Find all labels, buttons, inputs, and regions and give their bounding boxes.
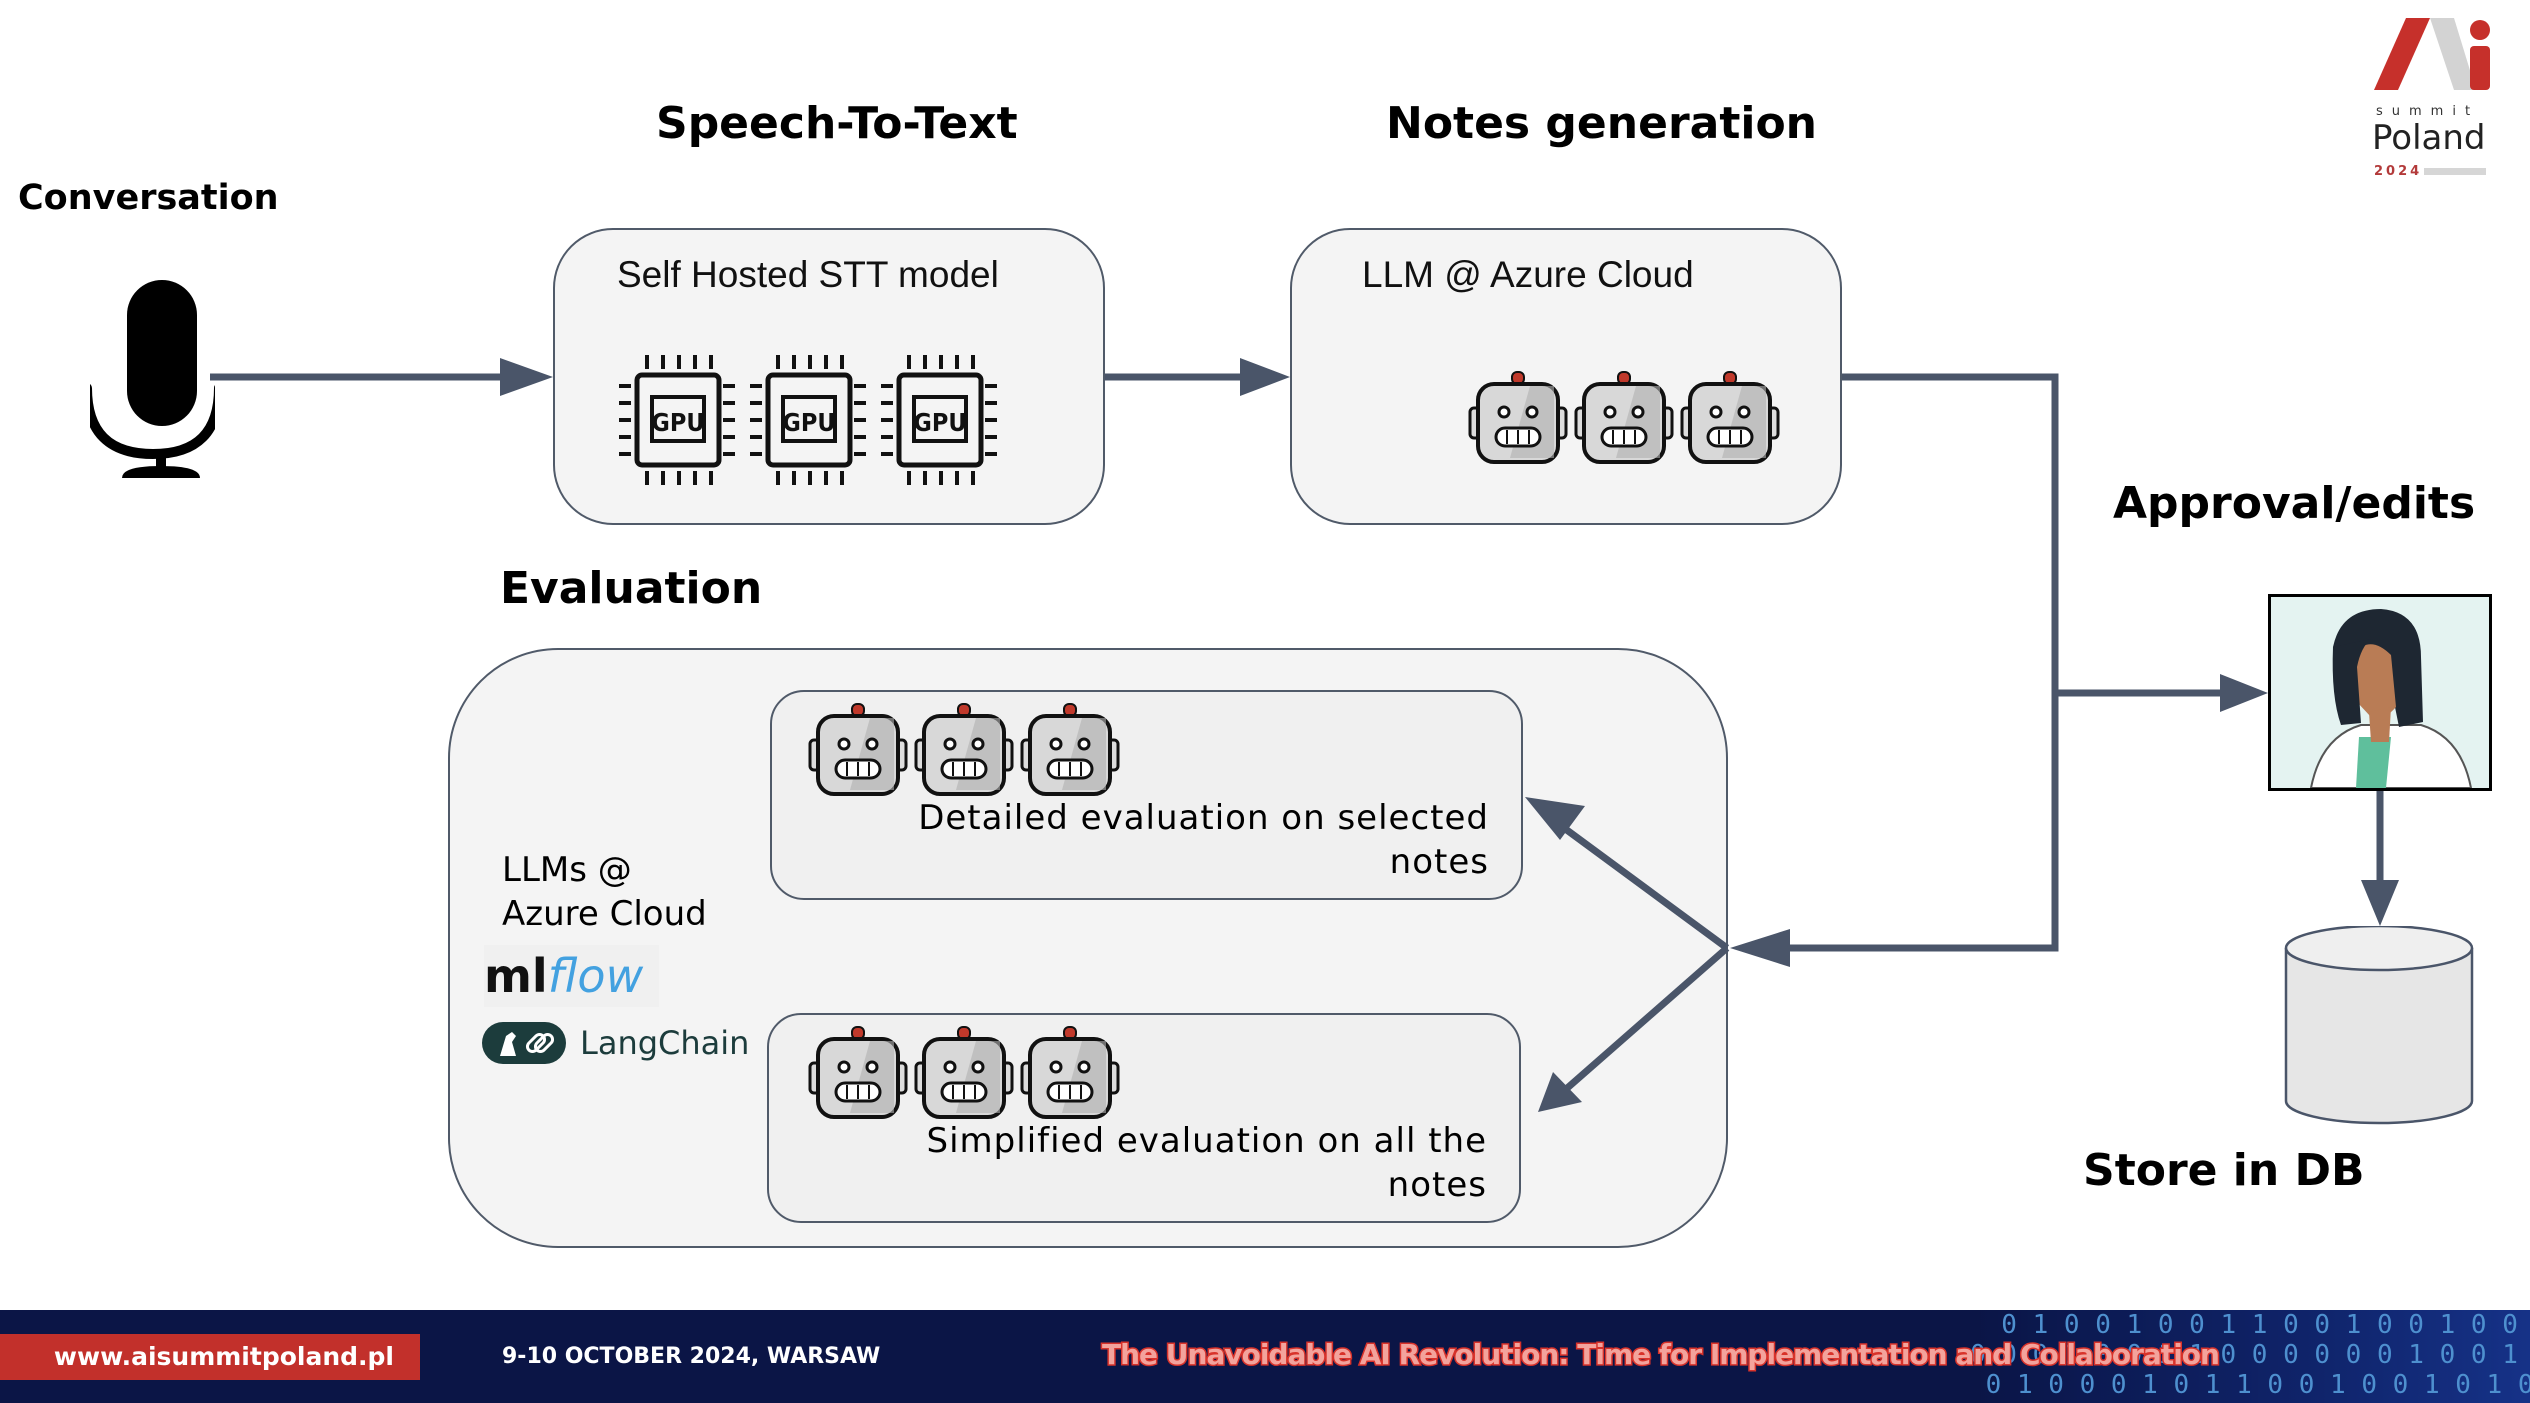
- event-date: 9-10 OCTOBER 2024, WARSAW: [502, 1344, 881, 1369]
- arrowhead-notes: [1240, 358, 1290, 396]
- event-tagline: The Unavoidable AI Revolution: Time for …: [1101, 1337, 2222, 1373]
- arrowhead-stt: [500, 358, 553, 396]
- connector-overlay: [210, 358, 2399, 1112]
- arrowhead-eval-in: [1730, 929, 1790, 967]
- arrowhead-doctor: [2220, 674, 2268, 712]
- arrow-to-detailed: [1557, 822, 1730, 951]
- arrow-to-simplified: [1562, 945, 1730, 1093]
- footer-bar: 0 1 0 0 1 0 0 1 1 0 0 1 0 0 1 0 0 0 1 0 …: [0, 1310, 2530, 1403]
- website-link[interactable]: www.aisummitpoland.pl: [0, 1334, 420, 1380]
- arrowhead-db: [2361, 880, 2399, 926]
- connector-notes-to-branch: [1790, 373, 2059, 952]
